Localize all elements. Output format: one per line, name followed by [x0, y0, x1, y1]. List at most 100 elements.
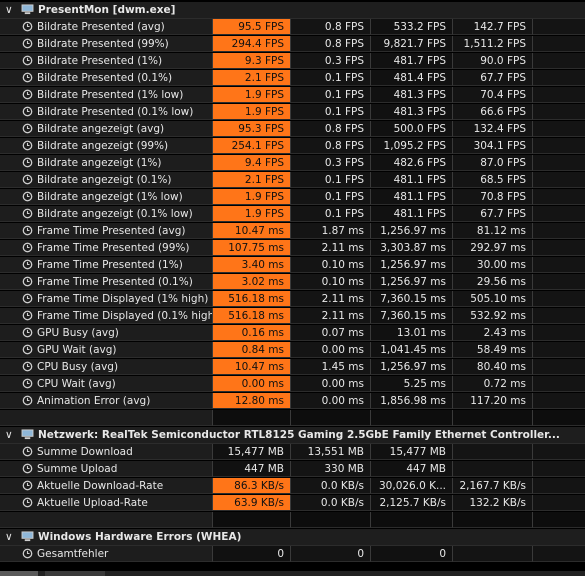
sensor-name: Bildrate Presented (0.1%)	[0, 70, 213, 86]
sensor-row[interactable]: Animation Error (avg) 12.80 ms 0.00 ms 1,85…	[0, 393, 585, 410]
current-value: 0	[213, 546, 291, 562]
sensor-row[interactable]: Aktuelle Download-Rate 86.3 KB/s 0.0 KB/s 3…	[0, 478, 585, 495]
sensor-row[interactable]: Bildrate Presented (0.1%) 2.1 FPS 0.1 FPS 4…	[0, 70, 585, 87]
sensor-row[interactable]: Bildrate angezeigt (0.1% low) 1.9 FPS 0.1 …	[0, 206, 585, 223]
average-value: 132.4 FPS	[453, 121, 533, 137]
sensor-label: Frame Time Displayed (0.1% high)	[37, 310, 213, 322]
sensor-label: Gesamtfehler	[37, 548, 109, 560]
empty-cell	[213, 512, 291, 528]
sensor-name: Frame Time Presented (1%)	[0, 257, 213, 273]
sensor-name: Bildrate angezeigt (1% low)	[0, 189, 213, 205]
minimum-value: 1.45 ms	[291, 359, 371, 375]
sensor-label: CPU Wait (avg)	[37, 378, 116, 390]
clock-icon	[22, 208, 33, 219]
average-value: 68.5 FPS	[453, 172, 533, 188]
sensor-row[interactable]: Bildrate angezeigt (1%) 9.4 FPS 0.3 FPS 482…	[0, 155, 585, 172]
section-title: Netzwerk: RealTek Semiconductor RTL8125 …	[38, 429, 560, 441]
clock-icon	[22, 259, 33, 270]
current-value: 294.4 FPS	[213, 36, 291, 52]
sensor-row[interactable]: Bildrate angezeigt (99%) 254.1 FPS 0.8 FPS…	[0, 138, 585, 155]
sensor-row[interactable]: Bildrate angezeigt (1% low) 1.9 FPS 0.1 FP…	[0, 189, 585, 206]
empty-cell	[371, 512, 453, 528]
sensor-row[interactable]: CPU Wait (avg) 0.00 ms 0.00 ms 5.25 ms 0.72 …	[0, 376, 585, 393]
sensor-row[interactable]: GPU Busy (avg) 0.16 ms 0.07 ms 13.01 ms 2.43…	[0, 325, 585, 342]
sensor-label: Bildrate Presented (1% low)	[37, 89, 184, 101]
maximum-value: 30,026.0 K...	[371, 478, 453, 494]
sensor-row[interactable]: Gesamtfehler 0 0 0	[0, 546, 585, 563]
sensor-row[interactable]: Bildrate angezeigt (0.1%) 2.1 FPS 0.1 FPS 4…	[0, 172, 585, 189]
toolbar-button[interactable]	[45, 571, 105, 576]
empty-cell	[533, 393, 585, 409]
empty-cell	[533, 189, 585, 205]
sensor-row[interactable]: Frame Time Presented (99%) 107.75 ms 2.11 …	[0, 240, 585, 257]
clock-icon	[22, 276, 33, 287]
minimum-value: 0.3 FPS	[291, 155, 371, 171]
clock-icon	[22, 174, 33, 185]
sensor-row[interactable]: Bildrate Presented (0.1% low) 1.9 FPS 0.1 …	[0, 104, 585, 121]
sensor-row[interactable]: Summe Download 15,477 MB 13,551 MB 15,477 M…	[0, 444, 585, 461]
empty-cell	[533, 223, 585, 239]
sensor-name: Aktuelle Upload-Rate	[0, 495, 213, 511]
average-value: 80.40 ms	[453, 359, 533, 375]
average-value: 67.7 FPS	[453, 70, 533, 86]
sensor-row[interactable]: CPU Busy (avg) 10.47 ms 1.45 ms 1,256.97 ms…	[0, 359, 585, 376]
empty-cell	[533, 291, 585, 307]
sensor-row[interactable]: Aktuelle Upload-Rate 63.9 KB/s 0.0 KB/s 2,1…	[0, 495, 585, 512]
sensor-name: Bildrate angezeigt (99%)	[0, 138, 213, 154]
average-value: 142.7 FPS	[453, 19, 533, 35]
sensor-name: Frame Time Displayed (1% high)	[0, 291, 213, 307]
section-header[interactable]: ∨ Netzwerk: RealTek Semiconductor RTL8125…	[0, 427, 585, 444]
current-value: 15,477 MB	[213, 444, 291, 460]
chevron-down-icon[interactable]: ∨	[5, 2, 15, 18]
current-value: 10.47 ms	[213, 223, 291, 239]
minimum-value: 0.1 FPS	[291, 206, 371, 222]
sensor-row[interactable]: Bildrate Presented (99%) 294.4 FPS 0.8 FPS…	[0, 36, 585, 53]
average-value: 505.10 ms	[453, 291, 533, 307]
average-value: 1,511.2 FPS	[453, 36, 533, 52]
average-value: 58.49 ms	[453, 342, 533, 358]
minimum-value: 2.11 ms	[291, 240, 371, 256]
chevron-down-icon[interactable]: ∨	[5, 427, 15, 443]
average-value: 30.00 ms	[453, 257, 533, 273]
sensor-label: CPU Busy (avg)	[37, 361, 119, 373]
sensor-row[interactable]: Summe Upload 447 MB 330 MB 447 MB	[0, 461, 585, 478]
sensor-row[interactable]: Bildrate Presented (1% low) 1.9 FPS 0.1 FP…	[0, 87, 585, 104]
maximum-value: 481.1 FPS	[371, 172, 453, 188]
sensor-row[interactable]: Frame Time Presented (avg) 10.47 ms 1.87 m…	[0, 223, 585, 240]
sensor-row[interactable]: Frame Time Presented (1%) 3.40 ms 0.10 ms 1…	[0, 257, 585, 274]
sensor-row[interactable]: Frame Time Displayed (1% high) 516.18 ms 2…	[0, 291, 585, 308]
empty-cell	[533, 104, 585, 120]
toolbar-button[interactable]	[0, 571, 38, 576]
maximum-value: 15,477 MB	[371, 444, 453, 460]
empty-cell	[533, 342, 585, 358]
sensor-row[interactable]: Bildrate Presented (avg) 95.5 FPS 0.8 FPS 5…	[0, 19, 585, 36]
empty-cell	[533, 478, 585, 494]
sensor-name: GPU Busy (avg)	[0, 325, 213, 341]
empty-cell	[533, 325, 585, 341]
empty-cell	[533, 461, 585, 477]
average-value: 2,167.7 KB/s	[453, 478, 533, 494]
minimum-value: 0.0 KB/s	[291, 495, 371, 511]
sensor-row[interactable]: Frame Time Presented (0.1%) 3.02 ms 0.10 m…	[0, 274, 585, 291]
clock-icon	[22, 548, 33, 559]
maximum-value: 0	[371, 546, 453, 562]
current-value: 447 MB	[213, 461, 291, 477]
maximum-value: 5.25 ms	[371, 376, 453, 392]
clock-icon	[22, 242, 33, 253]
chevron-down-icon[interactable]: ∨	[5, 529, 15, 545]
current-value: 0.00 ms	[213, 376, 291, 392]
sensor-label: Summe Download	[37, 446, 133, 458]
sensor-row[interactable]: GPU Wait (avg) 0.84 ms 0.00 ms 1,041.45 ms 5…	[0, 342, 585, 359]
sensor-row[interactable]: Frame Time Displayed (0.1% high) 516.18 m…	[0, 308, 585, 325]
section-header[interactable]: ∨ Windows Hardware Errors (WHEA)	[0, 529, 585, 546]
clock-icon	[22, 395, 33, 406]
current-value: 107.75 ms	[213, 240, 291, 256]
sensor-row[interactable]: Bildrate angezeigt (avg) 95.3 FPS 0.8 FPS 5…	[0, 121, 585, 138]
maximum-value: 481.1 FPS	[371, 189, 453, 205]
average-value	[453, 461, 533, 477]
section-header[interactable]: ∨ PresentMon [dwm.exe]	[0, 2, 585, 19]
sensor-label: Bildrate Presented (avg)	[37, 21, 165, 33]
sensor-row[interactable]: Bildrate Presented (1%) 9.3 FPS 0.3 FPS 481…	[0, 53, 585, 70]
empty-cell	[533, 257, 585, 273]
clock-icon	[22, 361, 33, 372]
